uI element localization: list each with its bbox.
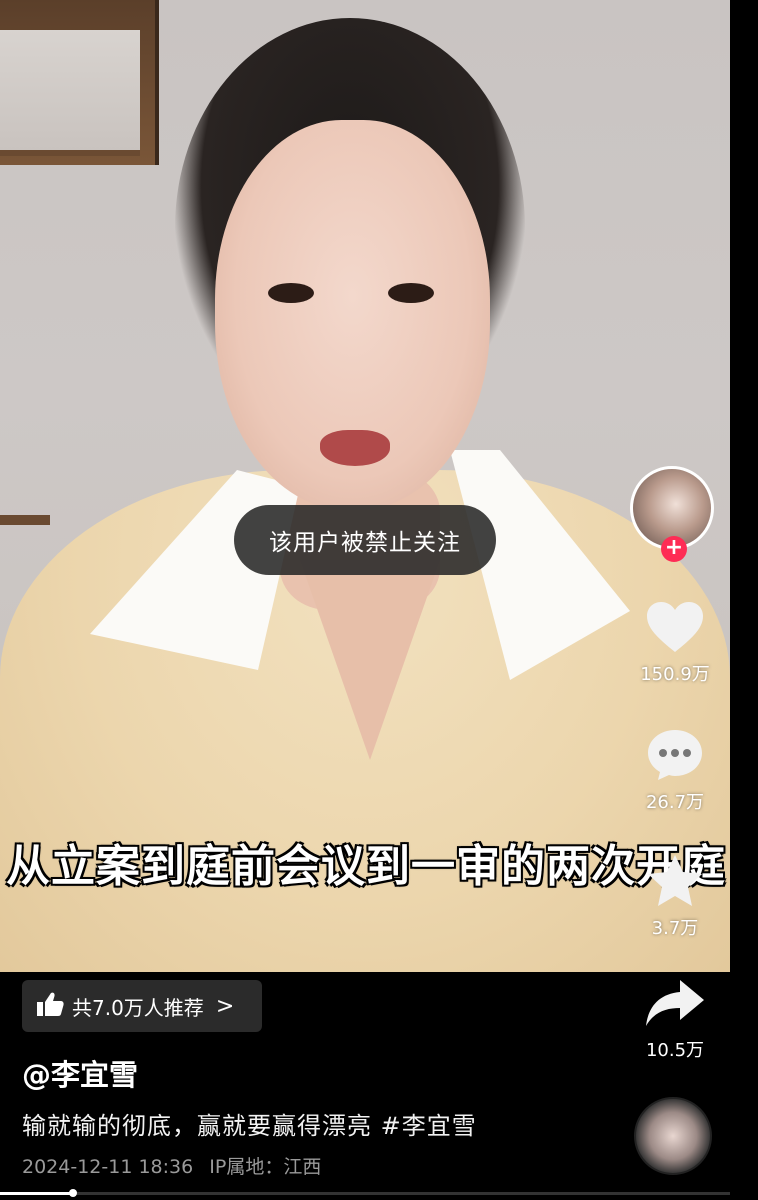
favorite-button[interactable]: 3.7万 xyxy=(620,852,730,940)
post-timestamp: 2024-12-11 18:36 xyxy=(22,1156,194,1178)
music-disc-button[interactable] xyxy=(634,1097,712,1175)
chevron-right-icon: > xyxy=(215,993,235,1019)
progress-fill xyxy=(0,1192,73,1195)
comment-button[interactable]: 26.7万 xyxy=(620,726,730,814)
author-avatar-button[interactable]: + xyxy=(630,466,718,566)
star-icon xyxy=(645,852,705,908)
recommend-button[interactable]: 共7.0万人推荐 > xyxy=(22,980,262,1032)
author-name[interactable]: @李宜雪 xyxy=(22,1052,138,1094)
toast-message: 该用户被禁止关注 xyxy=(234,505,496,575)
background-shelf xyxy=(0,515,50,525)
plus-icon[interactable]: + xyxy=(661,536,687,562)
like-count: 150.9万 xyxy=(640,664,710,685)
video-description: 输就输的彻底，赢就要赢得漂亮 #李宜雪 xyxy=(22,1112,477,1140)
recommend-label: 共7.0万人推荐 xyxy=(72,995,204,1020)
video-player[interactable]: 该用户被禁止关注 从立案到庭前会议到一审的两次开庭 xyxy=(0,0,730,972)
comment-count: 26.7万 xyxy=(645,792,705,813)
like-button[interactable]: 150.9万 xyxy=(620,600,730,686)
background-cabinet xyxy=(0,0,159,165)
ip-location: IP属地：江西 xyxy=(209,1156,322,1178)
share-arrow-icon xyxy=(644,978,706,1030)
video-meta: 2024-12-11 18:36 IP属地：江西 xyxy=(22,1152,331,1179)
thumbs-up-icon xyxy=(36,991,64,1022)
video-progress-bar[interactable] xyxy=(0,1189,730,1197)
favorite-count: 3.7万 xyxy=(651,918,699,939)
share-count: 10.5万 xyxy=(645,1040,705,1061)
share-button[interactable]: 10.5万 xyxy=(620,978,730,1062)
heart-icon xyxy=(645,600,705,654)
comment-bubble-icon xyxy=(645,726,705,782)
video-subtitle: 从立案到庭前会议到一审的两次开庭 xyxy=(6,841,726,892)
progress-handle[interactable] xyxy=(69,1189,77,1197)
